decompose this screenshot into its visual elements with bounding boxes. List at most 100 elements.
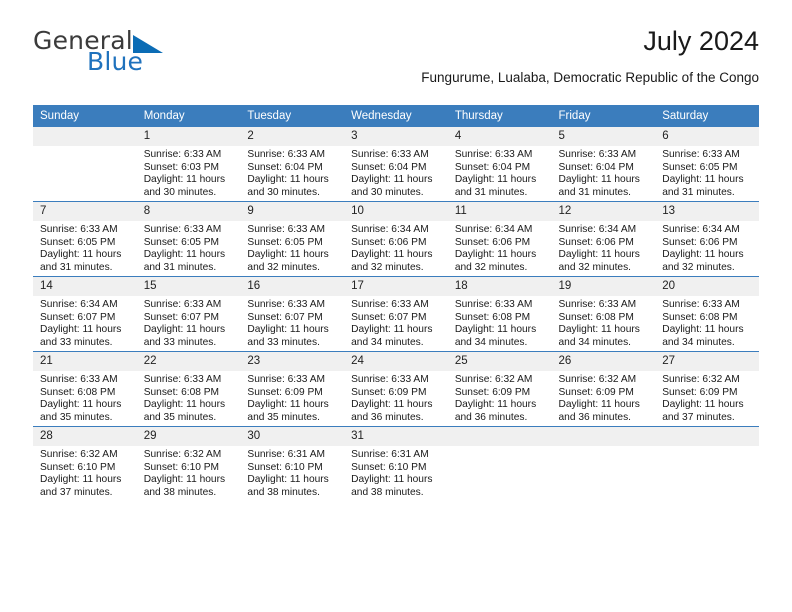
calendar-day-cell[interactable]: 28 Sunrise: 6:32 AM Sunset: 6:10 PM Dayl… [33,426,137,501]
sunrise-line: Sunrise: 6:33 AM [351,149,429,160]
day-details: Sunrise: 6:31 AM Sunset: 6:10 PM Dayligh… [344,446,448,499]
sunset-line: Sunset: 6:06 PM [351,236,427,248]
calendar-day-cell[interactable]: 29 Sunrise: 6:32 AM Sunset: 6:10 PM Dayl… [136,426,241,501]
calendar-week-row: 28 Sunrise: 6:32 AM Sunset: 6:10 PM Dayl… [33,426,759,501]
sunset-line: Sunset: 6:08 PM [40,386,116,398]
calendar-week-row: 7 Sunrise: 6:33 AM Sunset: 6:05 PM Dayli… [33,201,759,277]
daylight-line-cont: and 30 minutes. [351,186,424,198]
calendar-day-cell[interactable]: 13 Sunrise: 6:34 AM Sunset: 6:06 PM Dayl… [655,201,759,277]
sunrise-line: Sunrise: 6:34 AM [662,224,740,235]
daylight-line: Daylight: 11 hours [247,249,329,261]
daylight-line: Daylight: 11 hours [454,399,537,411]
calendar-day-cell[interactable]: 24 Sunrise: 6:33 AM Sunset: 6:09 PM Dayl… [344,351,448,427]
calendar-day-cell[interactable]: 2 Sunrise: 6:33 AM Sunset: 6:04 PM Dayli… [240,127,345,202]
day-number: 18 [447,277,552,296]
calendar-day-cell[interactable]: 26 Sunrise: 6:32 AM Sunset: 6:09 PM Dayl… [551,351,656,427]
daylight-line-cont: and 37 minutes. [40,486,113,498]
sunset-line: Sunset: 6:09 PM [558,386,634,398]
sunset-line: Sunset: 6:07 PM [143,311,220,323]
calendar-day-cell[interactable]: 8 Sunrise: 6:33 AM Sunset: 6:05 PM Dayli… [136,201,241,277]
daylight-line: Daylight: 11 hours [143,324,226,336]
daylight-line-cont: and 36 minutes. [454,411,528,423]
daylight-line: Daylight: 11 hours [351,474,433,486]
column-header-friday: Friday [551,105,656,127]
sunset-line: Sunset: 6:04 PM [454,161,531,173]
daylight-line-cont: and 34 minutes. [454,336,528,348]
calendar-day-cell[interactable]: 6 Sunrise: 6:33 AM Sunset: 6:05 PM Dayli… [655,127,759,202]
daylight-line: Daylight: 11 hours [247,324,329,336]
calendar-day-cell[interactable]: 5 Sunrise: 6:33 AM Sunset: 6:04 PM Dayli… [551,127,656,202]
calendar-day-cell[interactable]: 10 Sunrise: 6:34 AM Sunset: 6:06 PM Dayl… [344,201,448,277]
daylight-line: Daylight: 11 hours [247,474,329,486]
page-header: General Blue July 2024 Fungurume, Lualab… [33,0,759,85]
calendar-day-cell[interactable]: 27 Sunrise: 6:32 AM Sunset: 6:09 PM Dayl… [655,351,759,427]
daylight-line: Daylight: 11 hours [454,324,537,336]
calendar-day-cell[interactable]: 18 Sunrise: 6:33 AM Sunset: 6:08 PM Dayl… [447,276,552,352]
sunset-line: Sunset: 6:07 PM [351,311,427,323]
calendar-day-cell[interactable]: 14 Sunrise: 6:34 AM Sunset: 6:07 PM Dayl… [33,276,137,352]
daylight-line-cont: and 31 minutes. [454,186,528,198]
calendar-day-cell[interactable]: 22 Sunrise: 6:33 AM Sunset: 6:08 PM Dayl… [136,351,241,427]
calendar-week-row: 1 Sunrise: 6:33 AM Sunset: 6:03 PM Dayli… [33,127,759,202]
sunrise-sunset-calendar-table: Sunday Monday Tuesday Wednesday Thursday… [33,105,759,501]
sunrise-line: Sunrise: 6:33 AM [454,299,533,310]
general-blue-logo[interactable]: General Blue [33,26,243,78]
daylight-line-cont: and 33 minutes. [40,336,113,348]
calendar-day-cell[interactable]: 19 Sunrise: 6:33 AM Sunset: 6:08 PM Dayl… [551,276,656,352]
day-number [551,427,656,446]
calendar-day-cell[interactable]: 23 Sunrise: 6:33 AM Sunset: 6:09 PM Dayl… [240,351,345,427]
day-number: 3 [344,127,448,146]
page-subtitle: Fungurume, Lualaba, Democratic Republic … [421,70,759,85]
sunrise-line: Sunrise: 6:33 AM [143,374,222,385]
column-header-sunday: Sunday [33,105,137,127]
day-number: 10 [344,202,448,221]
daylight-line: Daylight: 11 hours [40,324,122,336]
sunset-line: Sunset: 6:09 PM [454,386,531,398]
calendar-day-cell[interactable]: 3 Sunrise: 6:33 AM Sunset: 6:04 PM Dayli… [344,127,448,202]
calendar-day-cell[interactable]: 25 Sunrise: 6:32 AM Sunset: 6:09 PM Dayl… [447,351,552,427]
calendar-day-cell[interactable]: 1 Sunrise: 6:33 AM Sunset: 6:03 PM Dayli… [136,127,241,202]
sunset-line: Sunset: 6:05 PM [40,236,116,248]
day-number: 26 [551,352,656,371]
calendar-page: General Blue July 2024 Fungurume, Lualab… [0,0,792,612]
calendar-day-cell[interactable]: 12 Sunrise: 6:34 AM Sunset: 6:06 PM Dayl… [551,201,656,277]
day-details: Sunrise: 6:33 AM Sunset: 6:09 PM Dayligh… [344,371,448,424]
calendar-day-cell[interactable]: 17 Sunrise: 6:33 AM Sunset: 6:07 PM Dayl… [344,276,448,352]
daylight-line: Daylight: 11 hours [662,324,744,336]
sunrise-line: Sunrise: 6:34 AM [351,224,429,235]
day-details: Sunrise: 6:33 AM Sunset: 6:08 PM Dayligh… [448,296,552,349]
day-number: 27 [655,352,759,371]
sunset-line: Sunset: 6:06 PM [558,236,634,248]
sunrise-line: Sunrise: 6:33 AM [40,374,118,385]
day-number: 21 [33,352,137,371]
calendar-day-cell[interactable]: 9 Sunrise: 6:33 AM Sunset: 6:05 PM Dayli… [240,201,345,277]
day-number: 1 [136,127,241,146]
daylight-line-cont: and 33 minutes. [143,336,217,348]
calendar-day-cell[interactable]: 30 Sunrise: 6:31 AM Sunset: 6:10 PM Dayl… [240,426,345,501]
calendar-day-cell[interactable]: 21 Sunrise: 6:33 AM Sunset: 6:08 PM Dayl… [33,351,137,427]
sunset-line: Sunset: 6:08 PM [143,386,220,398]
calendar-day-cell[interactable]: 20 Sunrise: 6:33 AM Sunset: 6:08 PM Dayl… [655,276,759,352]
daylight-line-cont: and 32 minutes. [558,261,632,273]
day-number: 11 [447,202,552,221]
day-details: Sunrise: 6:33 AM Sunset: 6:04 PM Dayligh… [448,146,552,199]
day-number: 7 [33,202,137,221]
calendar-day-cell[interactable]: 11 Sunrise: 6:34 AM Sunset: 6:06 PM Dayl… [447,201,552,277]
sunrise-line: Sunrise: 6:33 AM [40,224,118,235]
daylight-line-cont: and 31 minutes. [558,186,632,198]
calendar-day-cell[interactable]: 16 Sunrise: 6:33 AM Sunset: 6:07 PM Dayl… [240,276,345,352]
sunset-line: Sunset: 6:06 PM [662,236,738,248]
calendar-day-cell[interactable]: 4 Sunrise: 6:33 AM Sunset: 6:04 PM Dayli… [447,127,552,202]
daylight-line: Daylight: 11 hours [558,324,640,336]
calendar-day-cell[interactable]: 15 Sunrise: 6:33 AM Sunset: 6:07 PM Dayl… [136,276,241,352]
sunset-line: Sunset: 6:09 PM [247,386,323,398]
daylight-line-cont: and 38 minutes. [143,486,217,498]
daylight-line: Daylight: 11 hours [40,399,122,411]
day-number: 6 [655,127,759,146]
day-number: 24 [344,352,448,371]
day-details: Sunrise: 6:33 AM Sunset: 6:08 PM Dayligh… [655,296,759,349]
calendar-day-cell[interactable]: 31 Sunrise: 6:31 AM Sunset: 6:10 PM Dayl… [344,426,448,501]
day-number: 29 [136,427,241,446]
calendar-day-cell[interactable]: 7 Sunrise: 6:33 AM Sunset: 6:05 PM Dayli… [33,201,137,277]
day-number: 19 [551,277,656,296]
